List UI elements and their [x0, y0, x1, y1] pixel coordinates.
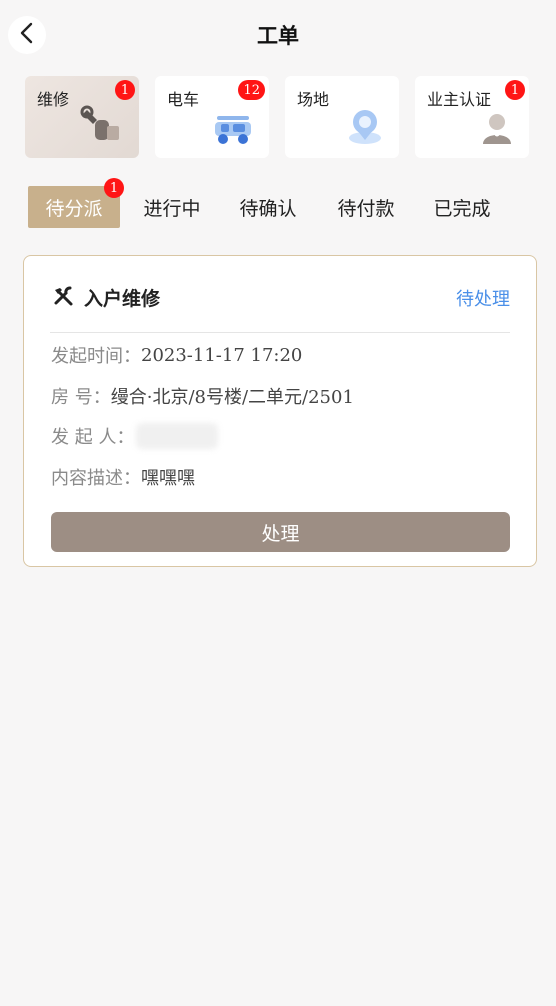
badge: 1 — [104, 178, 124, 198]
work-order-card[interactable]: 入户维修 待处理 发起时间： 2023-11-17 17:20 房 号： 缦合·… — [23, 255, 537, 567]
category-venue[interactable]: 场地 — [285, 76, 399, 158]
status-tabs: 待分派 1 进行中 待确认 待付款 已完成 — [28, 178, 528, 228]
tab-label: 已完成 — [433, 197, 491, 220]
tools-icon — [52, 285, 74, 311]
tab-pending-confirm[interactable]: 待确认 — [228, 186, 308, 228]
card-title: 入户维修 — [84, 288, 161, 310]
badge: 12 — [238, 80, 265, 100]
category-cart[interactable]: 电车 12 — [155, 76, 269, 158]
tab-pending-payment[interactable]: 待付款 — [326, 186, 406, 228]
initiator-label: 发 起 人： — [51, 427, 135, 448]
time-label: 发起时间： — [51, 346, 141, 367]
time-value: 2023-11-17 17:20 — [141, 344, 303, 366]
screen: 工单 维修 1 电车 12 场地 业主认证 1 待分派 1 进行中 待确认 待付… — [0, 0, 556, 1006]
card-header: 入户维修 — [52, 284, 160, 311]
time-row: 发起时间： 2023-11-17 17:20 — [51, 342, 302, 368]
status-label: 待处理 — [456, 289, 510, 310]
process-button[interactable]: 处理 — [51, 512, 510, 552]
category-label: 场地 — [297, 90, 330, 109]
category-repair[interactable]: 维修 1 — [25, 76, 139, 158]
initiator-row: 发 起 人： — [51, 423, 219, 449]
description-label: 内容描述： — [51, 468, 141, 489]
header: 工单 — [0, 0, 556, 70]
description-value: 嘿嘿嘿 — [141, 468, 195, 489]
tab-in-progress[interactable]: 进行中 — [132, 186, 212, 228]
category-label: 电车 — [167, 90, 200, 109]
divider — [50, 332, 510, 333]
wrench-hand-icon — [79, 104, 125, 150]
badge: 1 — [115, 80, 135, 100]
room-value: 缦合·北京/8号楼/二单元/2501 — [110, 387, 354, 408]
category-owner-verify[interactable]: 业主认证 1 — [415, 76, 529, 158]
room-label: 房 号： — [51, 387, 111, 408]
tab-label: 进行中 — [143, 197, 201, 220]
page-title: 工单 — [257, 24, 299, 48]
description-row: 内容描述： 嘿嘿嘿 — [51, 464, 195, 490]
user-avatar-icon — [479, 110, 515, 150]
tab-pending-assign[interactable]: 待分派 1 — [28, 178, 124, 228]
tab-label: 待分派 — [45, 197, 103, 220]
redacted-name — [136, 423, 219, 449]
category-label: 维修 — [37, 90, 70, 109]
room-row: 房 号： 缦合·北京/8号楼/二单元/2501 — [51, 383, 354, 409]
location-pin-icon — [345, 106, 385, 150]
tab-completed[interactable]: 已完成 — [422, 186, 502, 228]
tab-label: 待付款 — [337, 197, 395, 220]
category-label: 业主认证 — [427, 90, 492, 109]
tab-label: 待确认 — [239, 197, 297, 220]
badge: 1 — [505, 80, 525, 100]
category-bar: 维修 1 电车 12 场地 业主认证 1 — [25, 76, 531, 158]
golf-cart-icon — [211, 112, 255, 150]
